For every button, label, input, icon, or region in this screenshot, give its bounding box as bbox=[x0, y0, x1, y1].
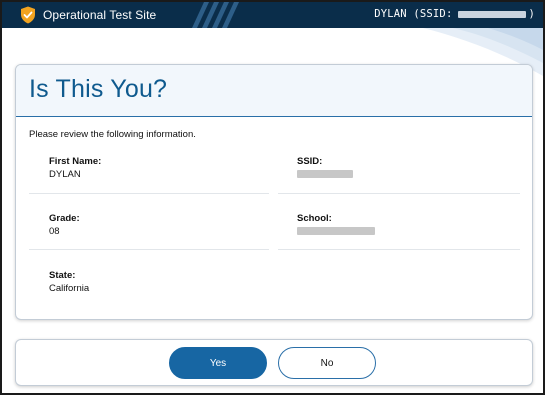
review-instructions: Please review the following information. bbox=[29, 129, 196, 140]
row-divider bbox=[278, 193, 520, 194]
row-divider bbox=[278, 249, 520, 250]
school-label: School: bbox=[297, 213, 332, 224]
row-divider bbox=[29, 193, 269, 194]
ssid-field: SSID: bbox=[297, 156, 377, 178]
app-window: Operational Test Site DYLAN (SSID: ) Is … bbox=[0, 0, 545, 395]
first-name-value: DYLAN bbox=[49, 169, 81, 180]
ssid-label: SSID: bbox=[297, 156, 323, 167]
user-label-suffix: ) bbox=[528, 8, 535, 20]
first-name-field: First Name: DYLAN bbox=[49, 156, 101, 180]
grade-field: Grade: 08 bbox=[49, 213, 80, 237]
user-label: DYLAN (SSID: bbox=[374, 8, 453, 20]
yes-button[interactable]: Yes bbox=[169, 347, 267, 379]
grade-value: 08 bbox=[49, 226, 60, 237]
card-header: Is This You? bbox=[16, 65, 532, 117]
grade-label: Grade: bbox=[49, 213, 80, 224]
user-info: DYLAN (SSID: ) bbox=[374, 8, 535, 20]
shield-check-icon bbox=[21, 6, 35, 24]
top-bar: Operational Test Site DYLAN (SSID: ) bbox=[2, 2, 543, 28]
school-field: School: bbox=[297, 213, 387, 235]
header-stripes-decoration bbox=[192, 2, 239, 28]
ssid-redacted bbox=[458, 10, 527, 18]
state-label: State: bbox=[49, 270, 76, 281]
state-field: State: California bbox=[49, 270, 89, 294]
state-value: California bbox=[49, 283, 90, 294]
identity-card: Is This You? Please review the following… bbox=[15, 64, 533, 320]
first-name-label: First Name: bbox=[49, 156, 102, 167]
school-value-redacted bbox=[297, 227, 375, 235]
page-title: Is This You? bbox=[29, 75, 168, 103]
row-divider bbox=[29, 249, 269, 250]
ssid-value-redacted bbox=[297, 170, 353, 178]
no-button[interactable]: No bbox=[278, 347, 376, 379]
action-bar: Yes No bbox=[15, 339, 533, 386]
site-title: Operational Test Site bbox=[43, 8, 157, 22]
